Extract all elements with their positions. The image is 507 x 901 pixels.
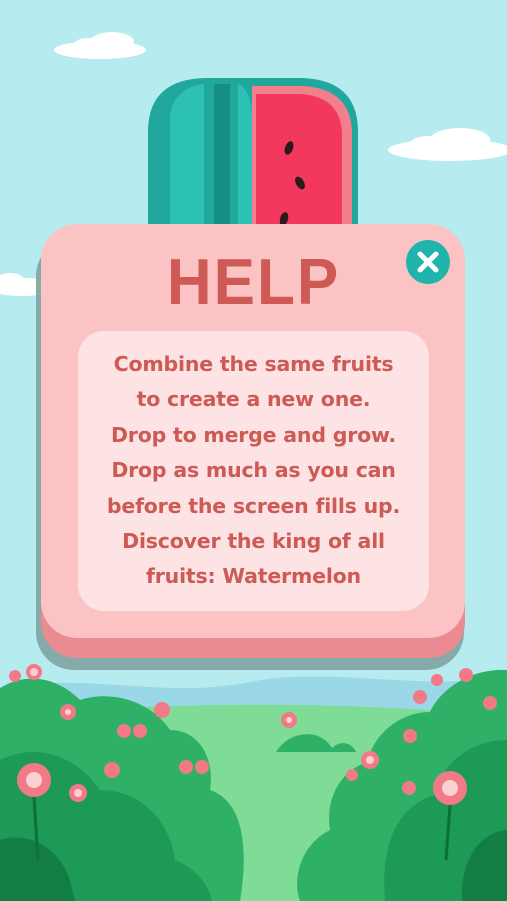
flower [281,712,297,728]
cloud [54,32,146,59]
help-line: to create a new one. [136,387,371,412]
flower [9,670,21,682]
help-line: Drop to merge and grow. [110,422,397,447]
flower [26,664,42,680]
help-line: fruits: Watermelon [146,564,361,589]
flower [60,704,76,720]
game-scene: HELP Combine the same fruits to create a… [0,0,507,901]
cloud [388,128,507,161]
help-line: Drop as much as you can [111,458,396,483]
close-button[interactable] [406,240,450,284]
close-icon [417,251,439,273]
watermelon-icon [148,78,358,236]
help-line: Combine the same fruits [113,352,394,376]
help-line: Discover the king of all [122,528,385,553]
help-text: Combine the same fruits to create a new … [78,347,429,595]
flower [69,784,87,802]
help-line: before the screen fills up. [106,493,401,518]
